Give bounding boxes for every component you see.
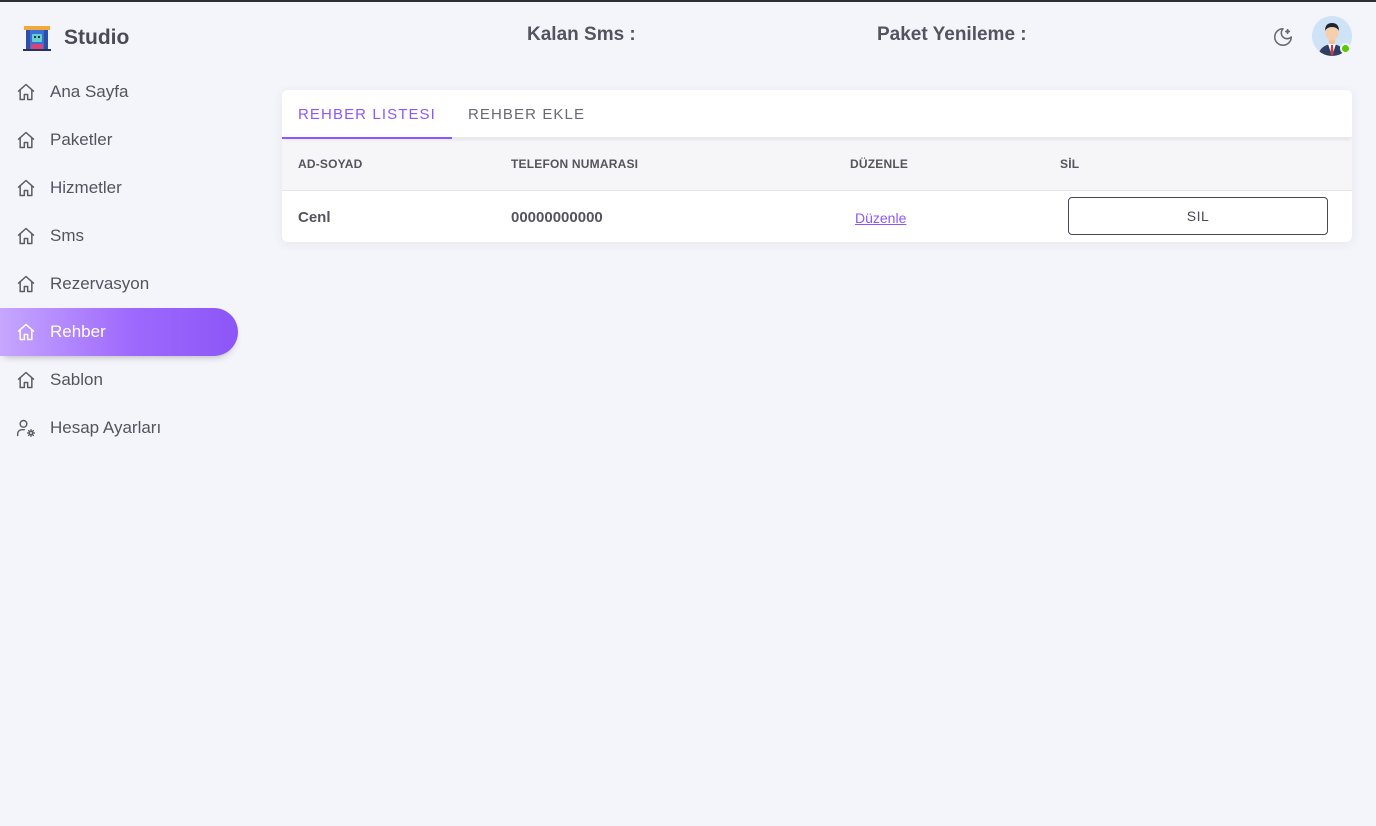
sidebar-item-label: Sms [50,226,84,245]
tab-list: REHBER LISTESI REHBER EKLE [282,90,1352,139]
package-renewal-label: Paket Yenileme : [877,24,1027,45]
table-row: Cenl 00000000000 Düzenle SIL [282,191,1352,241]
tab-rehber-ekle[interactable]: REHBER EKLE [452,90,601,138]
brand-name: Studio [64,26,130,49]
sidebar-item-hizmetler[interactable]: Hizmetler [0,164,238,212]
home-icon [16,130,36,150]
column-header-telefon: TELEFON NUMARASI [511,157,639,171]
contacts-card: REHBER LISTESI REHBER EKLE AD-SOYAD TELE… [282,90,1352,242]
sidebar-nav: Ana Sayfa Paketler Hizmetler Sms Rezerva… [0,68,238,452]
sidebar-item-rezervasyon[interactable]: Rezervasyon [0,260,238,308]
sidebar-item-label: Hizmetler [50,178,122,197]
sidebar-item-label: Rehber [50,322,106,341]
sidebar-item-label: Paketler [50,130,113,149]
user-gear-icon [16,418,36,438]
home-icon [16,178,36,198]
sidebar-item-hesap-ayarlari[interactable]: Hesap Ayarları [0,404,238,452]
remaining-sms-label: Kalan Sms : [527,24,636,45]
column-header-sil: SİL [1060,157,1080,171]
edit-contact-link[interactable]: Düzenle [855,210,906,226]
online-status-badge [1340,43,1351,54]
home-icon [16,370,36,390]
sidebar-item-paketler[interactable]: Paketler [0,116,238,164]
column-header-ad-soyad: AD-SOYAD [298,157,363,171]
moon-star-icon [1274,27,1293,46]
contact-name-cell: Cenl [298,209,331,226]
column-header-duzenle: DÜZENLE [850,157,909,171]
home-icon [16,274,36,294]
tab-rehber-listesi[interactable]: REHBER LISTESI [282,90,452,139]
theme-toggle-button[interactable] [1270,24,1296,50]
contact-phone-cell: 00000000000 [511,209,603,226]
brand[interactable]: Studio [22,22,129,54]
table-header: AD-SOYAD TELEFON NUMARASI DÜZENLE SİL [282,138,1352,191]
sidebar-item-sablon[interactable]: Sablon [0,356,238,404]
home-icon [16,82,36,102]
sidebar-item-label: Sablon [50,370,103,389]
sidebar-item-label: Ana Sayfa [50,82,129,101]
sidebar-item-rehber[interactable]: Rehber [0,308,238,356]
sidebar-item-ana-sayfa[interactable]: Ana Sayfa [0,68,238,116]
sidebar-item-label: Hesap Ayarları [50,418,162,437]
sidebar-item-label: Rezervasyon [50,274,150,293]
sidebar-item-sms[interactable]: Sms [0,212,238,260]
delete-contact-button[interactable]: SIL [1068,197,1328,235]
home-icon [16,226,36,246]
sidebar: Studio Ana Sayfa Paketler Hizmetler Sms [0,2,260,826]
brand-logo-icon [23,26,51,51]
home-icon [16,322,36,342]
